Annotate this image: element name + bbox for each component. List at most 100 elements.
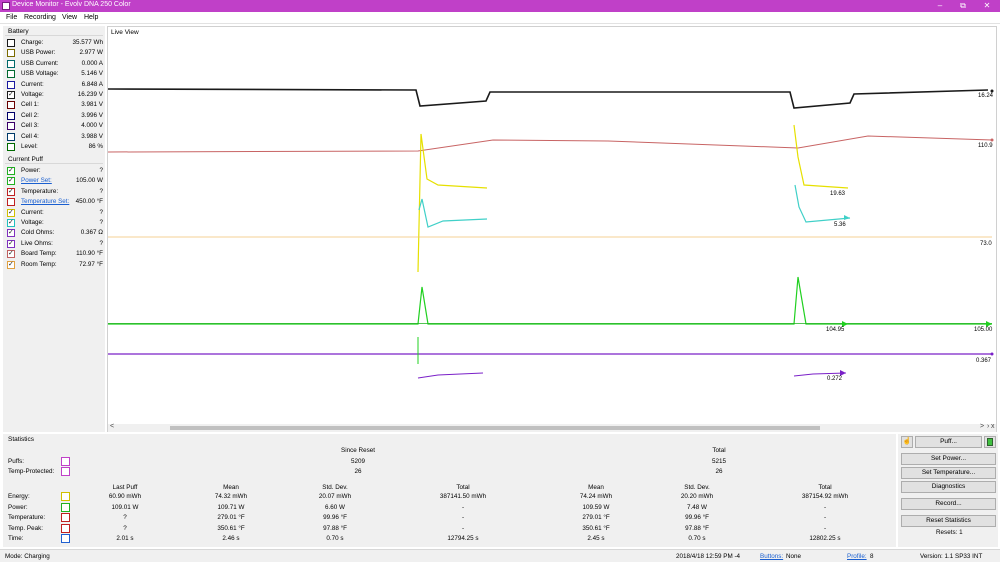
stat-row-label: Temp. Peak: — [8, 524, 43, 532]
puff-value: ? — [99, 208, 103, 216]
stat-cell: 109.01 W — [111, 503, 139, 511]
buttons-link[interactable]: Buttons: — [760, 553, 783, 560]
puff-checkbox[interactable] — [7, 239, 15, 248]
battery-row: Cell 4: 3.988 V — [7, 132, 105, 142]
puff-value: ? — [99, 167, 103, 174]
set-power-button[interactable]: Set Power... — [901, 453, 996, 465]
battery-row: Level: 86 % — [7, 142, 105, 152]
battery-label: Voltage: — [21, 91, 44, 98]
battery-checkbox[interactable] — [7, 80, 15, 89]
battery-value: 4.000 V — [81, 122, 103, 130]
puff-checkbox[interactable] — [7, 198, 15, 207]
puff-group-title: Current Puff — [8, 156, 43, 163]
record-button[interactable]: Record... — [901, 498, 996, 510]
stat-cell: - — [461, 514, 465, 521]
statistics-title: Statistics — [8, 436, 35, 443]
stat-row-color-box[interactable] — [61, 534, 70, 543]
cold-ohms-end-marker — [990, 352, 994, 356]
battery-row: Cell 2: 3.996 V — [7, 111, 105, 121]
volt2-end-label: 5.36 — [834, 222, 846, 228]
close-button[interactable]: ✕ — [972, 0, 1000, 12]
menu-help[interactable]: Help — [84, 14, 98, 21]
battery-checkbox[interactable] — [7, 90, 15, 99]
puff-value: 0.367 Ω — [80, 229, 103, 237]
battery-checkbox[interactable] — [7, 143, 15, 151]
puff-label: Voltage: — [21, 219, 44, 226]
battery-value: 3.981 V — [81, 101, 103, 109]
puff-checkbox[interactable] — [7, 260, 15, 269]
power-line — [108, 276, 992, 325]
puff-checkbox[interactable] — [7, 187, 15, 196]
battery-row: Charge: 35.577 Wh — [7, 38, 105, 48]
battery-checkbox[interactable] — [7, 122, 15, 131]
left-panel: Battery Charge: 35.577 Wh USB Power: 2.977 … — [3, 26, 105, 432]
puff-row: Live Ohms:? — [7, 239, 105, 249]
puff-icon-button[interactable]: ☝ — [901, 436, 913, 448]
battery-checkbox[interactable] — [7, 111, 15, 120]
current-line-2 — [793, 124, 849, 189]
puff-row: Cold Ohms: 0.367 Ω — [7, 228, 105, 238]
profile-link[interactable]: Profile: — [847, 553, 867, 560]
puff-checkbox[interactable] — [7, 208, 15, 217]
puff-button[interactable]: Puff... — [915, 436, 982, 448]
scroll-thumb[interactable] — [170, 426, 820, 430]
battery-checkbox[interactable] — [7, 39, 15, 47]
puff-label[interactable]: Power Set: — [21, 177, 52, 184]
reset-statistics-button[interactable]: Reset Statistics — [901, 515, 996, 527]
stat-cell: 12802.25 s — [809, 535, 841, 542]
puff-label[interactable]: Temperature Set: — [21, 198, 69, 205]
board-temp-end-label: 110.9 — [978, 143, 993, 149]
menu-view[interactable]: View — [62, 14, 77, 21]
puff-row: Current:? — [7, 208, 105, 218]
battery-checkbox[interactable] — [7, 49, 15, 58]
puff-checkbox[interactable] — [7, 166, 15, 175]
temp-protected-label: Temp-Protected: — [8, 468, 55, 475]
puff-value: ? — [99, 239, 103, 247]
diagnostics-button[interactable]: Diagnostics — [901, 481, 996, 493]
stat-row-color-box[interactable] — [61, 513, 70, 522]
live-plot: 16.24 110.9 19.63 5.36 73.0 104.95 105.0… — [108, 88, 994, 382]
stat-cell: 2.01 s — [116, 535, 134, 542]
puff-row: Temperature:? — [7, 187, 105, 197]
battery-label: Charge: — [21, 39, 44, 46]
stat-cell: 20.20 mWh — [680, 493, 714, 500]
stat-column-header: Mean — [588, 484, 604, 491]
set-temperature-button[interactable]: Set Temperature... — [901, 467, 996, 479]
battery-value: 6.848 A — [81, 80, 103, 88]
stat-row-color-box[interactable] — [61, 492, 70, 501]
power-set-end-label: 105.00 — [974, 327, 993, 333]
puff-checkbox[interactable] — [7, 228, 15, 238]
puff-checkbox[interactable] — [7, 249, 15, 259]
status-datetime: 2018/4/18 12:59 PM -4 — [676, 553, 741, 560]
volt2-line-1 — [418, 198, 488, 228]
puffs-color-box[interactable] — [61, 457, 70, 466]
menu-file[interactable]: File — [6, 14, 17, 21]
stat-cell: - — [823, 524, 827, 532]
scroll-left-arrow[interactable]: < — [110, 423, 114, 430]
puff-label: Temperature: — [21, 187, 59, 195]
puff-label: Cold Ohms: — [21, 229, 55, 237]
battery-value: 2.977 W — [79, 49, 103, 57]
stat-cell: 279.01 °F — [217, 514, 245, 521]
battery-checkbox[interactable] — [7, 70, 15, 79]
temp-protected-color-box[interactable] — [61, 467, 70, 476]
battery-icon-button[interactable] — [984, 436, 996, 448]
live-view-scrollbar[interactable]: < > › x — [108, 423, 996, 432]
puff-row: Room Temp: 72.97 °F — [7, 260, 105, 270]
menu-recording[interactable]: Recording — [24, 14, 56, 21]
battery-checkbox[interactable] — [7, 101, 15, 110]
scroll-end-arrow[interactable]: › — [987, 423, 989, 430]
scroll-right-arrow[interactable]: > — [980, 423, 984, 430]
stat-column-header: Last Puff — [112, 484, 138, 491]
battery-label: Cell 2: — [21, 111, 39, 119]
battery-checkbox[interactable] — [7, 132, 15, 141]
battery-label: USB Voltage: — [21, 70, 59, 78]
stat-cell: 99.96 °F — [323, 514, 347, 521]
stat-row-color-box[interactable] — [61, 523, 70, 533]
battery-checkbox[interactable] — [7, 59, 15, 68]
stat-row-color-box[interactable] — [61, 502, 70, 512]
voltage-end-label: 16.24 — [978, 93, 994, 99]
puff-checkbox[interactable] — [7, 218, 15, 227]
puff-checkbox[interactable] — [7, 176, 15, 186]
scroll-close[interactable]: x — [991, 423, 995, 430]
